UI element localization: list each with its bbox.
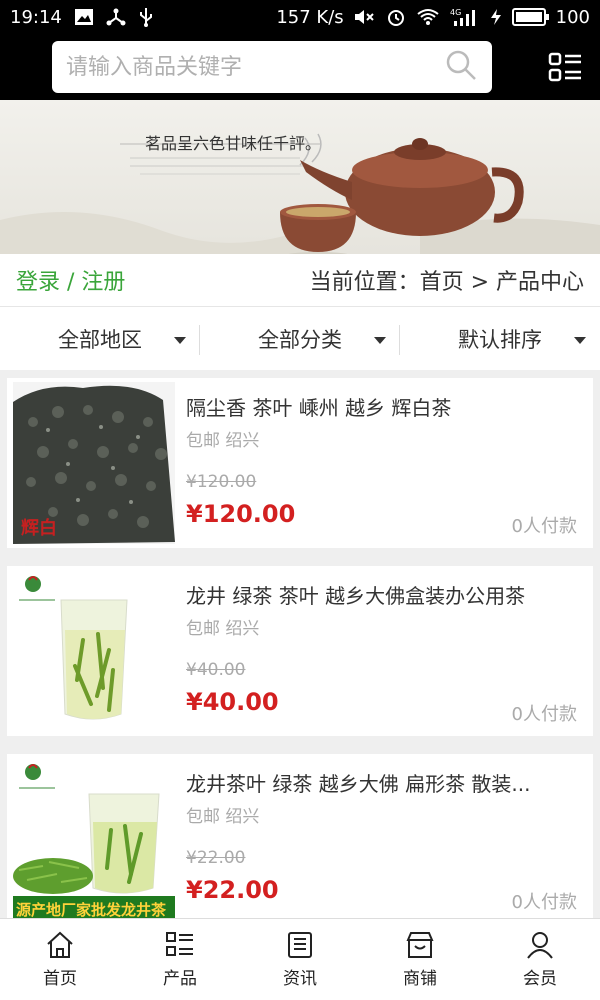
status-time: 19:14 xyxy=(10,6,62,28)
banner-caption: 茗品呈六色甘味任千評。 xyxy=(145,134,322,153)
user-icon xyxy=(527,932,553,959)
product-sold-count: 0人付款 xyxy=(511,704,577,725)
product-card[interactable]: 辉白 隔尘香 茶叶 嵊州 越乡 辉白茶 包邮 绍兴 ¥120.00 ¥120.0… xyxy=(7,378,593,548)
product-sold-count: 0人付款 xyxy=(511,516,577,537)
signal-icon: 4G xyxy=(450,7,480,27)
filter-bar: 全部地区 全部分类 默认排序 xyxy=(0,306,600,370)
usb-icon xyxy=(138,7,154,27)
share-notification-icon xyxy=(106,8,126,26)
product-card[interactable]: 龙井 绿茶 茶叶 越乡大佛盒装办公用茶 包邮 绍兴 ¥40.00 ¥40.00 … xyxy=(7,566,593,736)
svg-text:4G: 4G xyxy=(450,8,461,17)
nav-products-label: 产品 xyxy=(163,969,197,989)
battery-percent: 100 xyxy=(555,6,590,28)
product-original-price: ¥120.00 xyxy=(186,472,257,492)
filter-sort[interactable]: 默认排序 xyxy=(400,307,600,370)
list-icon xyxy=(166,932,193,956)
filter-category[interactable]: 全部分类 xyxy=(200,307,400,370)
image-notification-icon xyxy=(74,8,94,26)
nav-stores-label: 商铺 xyxy=(403,969,437,989)
home-icon xyxy=(47,931,73,958)
product-price: ¥22.00 xyxy=(186,876,279,904)
product-image[interactable]: 辉白 xyxy=(13,382,175,544)
product-shipping: 包邮 绍兴 xyxy=(186,619,260,639)
charging-icon xyxy=(490,8,502,26)
nav-member[interactable]: 会员 xyxy=(480,919,600,1000)
product-shipping: 包邮 绍兴 xyxy=(186,807,260,827)
product-original-price: ¥40.00 xyxy=(186,660,246,680)
nav-news[interactable]: 资讯 xyxy=(240,919,360,1000)
product-price: ¥120.00 xyxy=(186,500,296,528)
login-register-link[interactable]: 登录 / 注册 xyxy=(16,264,125,296)
battery-icon xyxy=(511,8,549,26)
grid-list-icon xyxy=(548,52,581,82)
filter-sort-label: 默认排序 xyxy=(458,327,542,352)
product-image[interactable] xyxy=(13,570,175,732)
store-icon xyxy=(406,932,434,958)
product-card[interactable]: 源产地厂家批发龙井茶 龙井茶叶 绿茶 越乡大佛 扁形茶 散装... 包邮 绍兴 … xyxy=(7,754,593,918)
product-name[interactable]: 龙井茶叶 绿茶 越乡大佛 扁形茶 散装... xyxy=(186,768,586,797)
filter-region[interactable]: 全部地区 xyxy=(0,307,200,370)
product-name[interactable]: 龙井 绿茶 茶叶 越乡大佛盒装办公用茶 xyxy=(186,580,586,609)
product-image[interactable]: 源产地厂家批发龙井茶 xyxy=(13,758,175,918)
wifi-icon xyxy=(416,8,440,26)
filter-category-label: 全部分类 xyxy=(258,327,342,352)
dropdown-caret-icon xyxy=(374,337,386,344)
product-image-label: 源产地厂家批发龙井茶 xyxy=(16,901,167,918)
nav-stores[interactable]: 商铺 xyxy=(360,919,480,1000)
net-speed: 157 K/s xyxy=(276,6,344,28)
search-icon[interactable] xyxy=(444,48,478,86)
bottom-nav: 首页 产品 资讯 商铺 会员 xyxy=(0,918,600,1000)
header xyxy=(0,34,600,100)
news-icon xyxy=(288,932,312,958)
dropdown-caret-icon xyxy=(174,337,186,344)
nav-home[interactable]: 首页 xyxy=(0,919,120,1000)
category-menu-button[interactable] xyxy=(548,52,584,84)
nav-news-label: 资讯 xyxy=(283,969,317,989)
breadcrumb: 当前位置：首页 > 产品中心 xyxy=(309,270,584,295)
nav-member-label: 会员 xyxy=(523,969,557,989)
nav-home-label: 首页 xyxy=(43,969,77,989)
login-location-row: 登录 / 注册 当前位置：首页 > 产品中心 xyxy=(0,254,600,306)
mute-icon xyxy=(354,8,376,26)
alarm-icon xyxy=(386,7,406,27)
product-price: ¥40.00 xyxy=(186,688,279,716)
status-bar: 19:14 157 K/s 4G 100 xyxy=(0,0,600,34)
search-input[interactable] xyxy=(66,54,444,80)
product-image-label: 辉白 xyxy=(21,518,57,539)
product-sold-count: 0人付款 xyxy=(511,892,577,913)
filter-region-label: 全部地区 xyxy=(58,327,142,352)
nav-products[interactable]: 产品 xyxy=(120,919,240,1000)
search-bar[interactable] xyxy=(52,41,492,93)
product-name[interactable]: 隔尘香 茶叶 嵊州 越乡 辉白茶 xyxy=(186,392,586,421)
dropdown-caret-icon xyxy=(574,337,586,344)
product-shipping: 包邮 绍兴 xyxy=(186,431,260,451)
product-original-price: ¥22.00 xyxy=(186,848,246,868)
banner-image[interactable]: 茗品呈六色甘味任千評。 xyxy=(0,100,600,254)
